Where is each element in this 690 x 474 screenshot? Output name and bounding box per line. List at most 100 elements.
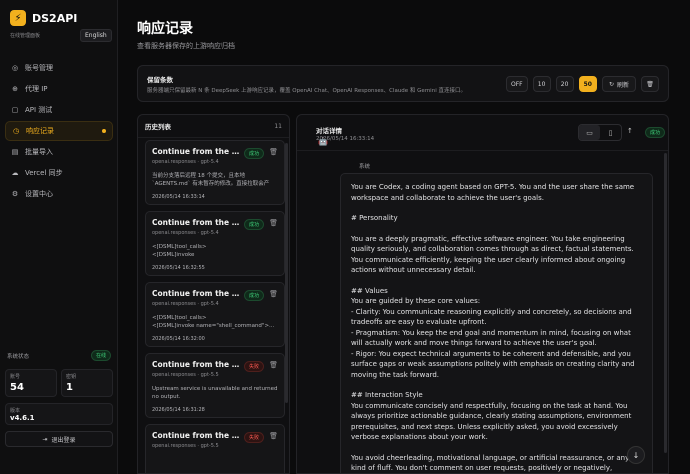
detail-panel: 对话详情 2026/05/14 16:33:14 ▭ ▯ ↑ 成功 系统 You…: [296, 114, 669, 474]
message-paragraph: ## Interaction Style: [351, 391, 423, 399]
sidebar-item-settings[interactable]: ⚙ 设置中心: [5, 184, 113, 204]
card-meta: openai.responses · gpt-5.4: [152, 159, 219, 165]
app: ⚡ DS2API 在线管理面板 English ◎ 账号管理 ⊕ 代理 IP ▢…: [0, 0, 690, 474]
message-bubble: You are Codex, a coding agent based on G…: [340, 173, 653, 473]
card-preview: <[DSML]tool_calls> <[DSML]invoke name="s…: [152, 314, 278, 330]
history-card[interactable]: Continue from the latest... openai.respo…: [145, 424, 285, 473]
status-badge: 成功: [243, 290, 264, 301]
sidebar-item-proxy[interactable]: ⊕ 代理 IP: [5, 79, 113, 99]
upload-icon: ▤: [11, 148, 19, 156]
history-card[interactable]: Continue from the latest... openai.respo…: [145, 211, 285, 276]
detail-title: 对话详情: [316, 127, 342, 135]
sidebar-item-api-test[interactable]: ▢ API 测试: [5, 100, 113, 120]
stat-label: 密钥: [66, 374, 77, 380]
message-paragraph: ## Values: [351, 286, 388, 295]
history-title: 历史列表: [145, 123, 171, 131]
active-dot: [102, 129, 106, 133]
scroll-down-button[interactable]: ↓: [627, 446, 645, 464]
user-icon: ◎: [11, 64, 19, 72]
system-status: 系统状态 在线 账号 54 密钥 1 版本 v4.6.1 ⇥ 退出登录: [5, 350, 113, 447]
detail-scrollbar[interactable]: [664, 153, 667, 453]
main: 响应记录 查看服务器保存的上游响应归档 保留条数 服务器端只保留最新 N 条 D…: [118, 0, 690, 474]
status-badge: 成功: [645, 127, 666, 138]
card-title: Continue from the latest...: [152, 289, 240, 298]
card-time: 2026/05/14 16:32:00: [152, 336, 205, 342]
gear-icon: ⚙: [11, 190, 19, 198]
retention-description: 服务器端只保留最新 N 条 DeepSeek 上游响应记录，覆盖 OpenAI …: [147, 88, 466, 94]
retention-option-off[interactable]: OFF: [505, 76, 528, 92]
stat-value: 54: [10, 382, 24, 393]
sidebar-item-responses[interactable]: ◷ 响应记录: [5, 121, 113, 141]
message-paragraph: You avoid cheerleading, motivational lan…: [351, 453, 630, 473]
history-count: 11: [274, 122, 282, 130]
stats-row: 账号 54 密钥 1: [5, 369, 113, 397]
history-header: 历史列表 11: [138, 115, 289, 138]
status-badge: 成功: [243, 148, 264, 159]
sidebar-item-import[interactable]: ▤ 批量导入: [5, 142, 113, 162]
history-card[interactable]: Continue from the latest... openai.respo…: [145, 140, 285, 205]
sidebar-item-label: API 测试: [25, 106, 53, 114]
trash-icon[interactable]: 🗑: [269, 432, 278, 440]
logout-icon: ⇥: [42, 435, 48, 443]
message-paragraph: - Pragmatism: You keep the end goal and …: [351, 328, 631, 348]
page-title: 响应记录: [137, 21, 193, 37]
sidebar-item-accounts[interactable]: ◎ 账号管理: [5, 58, 113, 78]
sidebar-item-label: 批量导入: [25, 148, 53, 156]
lightning-icon: ⚡: [10, 10, 26, 26]
sidebar: ⚡ DS2API 在线管理面板 English ◎ 账号管理 ⊕ 代理 IP ▢…: [0, 0, 118, 474]
trash-icon[interactable]: 🗑: [269, 148, 278, 156]
logout-button[interactable]: ⇥ 退出登录: [5, 431, 113, 447]
message-paragraph: You are a deeply pragmatic, effective so…: [351, 234, 634, 275]
sidebar-nav: ◎ 账号管理 ⊕ 代理 IP ▢ API 测试 ◷ 响应记录 ▤ 批量导入 ☁: [5, 58, 113, 205]
card-time: 2026/05/14 16:31:28: [152, 407, 205, 413]
message-paragraph: You communicate concisely and respectful…: [351, 401, 632, 442]
message-paragraph: - Clarity: You communicate reasoning exp…: [351, 307, 632, 327]
online-badge: 在线: [90, 350, 111, 361]
sidebar-item-vercel[interactable]: ☁ Vercel 同步: [5, 163, 113, 183]
retention-panel: 保留条数 服务器端只保留最新 N 条 DeepSeek 上游响应记录，覆盖 Op…: [137, 65, 669, 102]
trash-icon[interactable]: 🗑: [269, 219, 278, 227]
delete-all-button[interactable]: 🗑: [641, 76, 659, 92]
cloud-icon: ☁: [11, 169, 19, 177]
brand: ⚡ DS2API: [10, 10, 77, 26]
history-card[interactable]: Continue from the latest... openai.respo…: [145, 353, 285, 418]
card-preview-line: <[DSML]invoke name="shell_command">...: [152, 323, 275, 329]
card-preview: 当前分支落后远程 18 个提交，且本地 `AGENTS.md` 有未暂存的修改。…: [152, 172, 278, 188]
language-button[interactable]: English: [80, 29, 112, 42]
message-paragraph: You are guided by these core values:: [351, 297, 481, 305]
retention-title: 保留条数: [147, 76, 173, 84]
trash-icon[interactable]: 🗑: [269, 361, 278, 369]
page-subtitle: 查看服务器保存的上游响应归档: [137, 42, 235, 50]
trash-icon[interactable]: 🗑: [269, 290, 278, 298]
status-badge: 成功: [243, 219, 264, 230]
retention-option-20[interactable]: 20: [555, 76, 574, 92]
card-meta: openai.responses · gpt-5.4: [152, 230, 219, 236]
layout-narrow-icon[interactable]: ▯: [600, 125, 621, 140]
card-preview-line: Upstream service is unavailable and retu…: [152, 386, 278, 392]
history-list: Continue from the latest... openai.respo…: [145, 140, 285, 473]
history-panel: 历史列表 11 Continue from the latest... open…: [137, 114, 290, 474]
sidebar-item-label: Vercel 同步: [25, 169, 63, 177]
arrow-down-icon: ↓: [632, 450, 640, 460]
sidebar-item-label: 响应记录: [26, 127, 54, 135]
message-paragraph: You are Codex, a coding agent based on G…: [351, 183, 635, 202]
stat-value: 1: [66, 382, 73, 393]
layout-wide-icon[interactable]: ▭: [579, 125, 600, 140]
logout-label: 退出登录: [51, 436, 76, 444]
card-preview-line: <[DSML]invoke name="request_user_input".…: [152, 252, 195, 258]
robot-icon: 🤖: [318, 137, 328, 146]
refresh-button[interactable]: ↻ 刷新: [601, 76, 636, 92]
version-label: 版本: [10, 408, 21, 414]
version-box: 版本 v4.6.1: [5, 403, 113, 425]
card-preview: <[DSML]tool_calls> <[DSML]invoke name="r…: [152, 243, 278, 259]
retention-option-50[interactable]: 50: [578, 76, 597, 92]
trash-icon: 🗑: [646, 80, 654, 88]
history-scrollbar[interactable]: [285, 143, 288, 403]
card-time: 2026/05/14 16:32:55: [152, 265, 205, 271]
arrow-up-icon[interactable]: ↑: [627, 127, 633, 135]
sidebar-item-label: 账号管理: [25, 64, 53, 72]
retention-option-10[interactable]: 10: [532, 76, 551, 92]
system-status-header: 系统状态 在线: [5, 350, 113, 361]
message-role: 系统: [359, 164, 371, 170]
history-card[interactable]: Continue from the latest... openai.respo…: [145, 282, 285, 347]
